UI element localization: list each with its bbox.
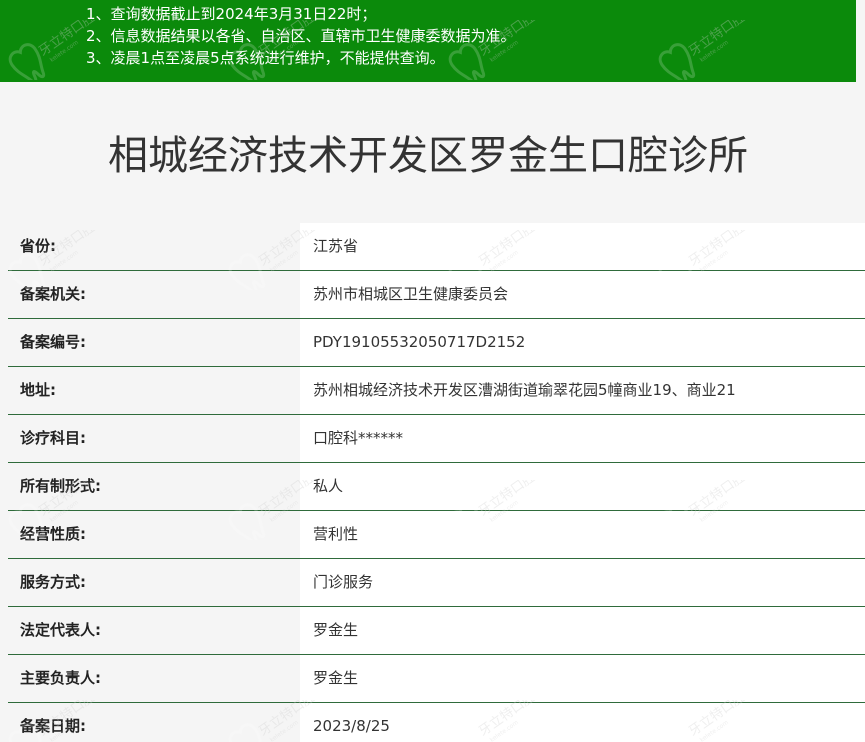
info-row-record-date: 备案日期: 2023/8/25 xyxy=(8,703,865,742)
departments-label: 诊疗科目: xyxy=(8,415,300,462)
service-mode-label: 服务方式: xyxy=(8,559,300,606)
notice-item-1: 1、查询数据截止到2024年3月31日22时； xyxy=(86,5,377,23)
record-number-label: 备案编号: xyxy=(8,319,300,366)
info-row-departments: 诊疗科目: 口腔科****** xyxy=(8,415,865,463)
notice-item-2: 2、信息数据结果以各省、自治区、直辖市卫生健康委数据为准。 xyxy=(86,27,516,45)
clinic-name-title: 相城经济技术开发区罗金生口腔诊所 xyxy=(108,133,748,179)
info-row-legal-rep: 法定代表人: 罗金生 xyxy=(8,607,865,655)
info-row-authority: 备案机关: 苏州市相城区卫生健康委员会 xyxy=(8,271,865,319)
authority-label: 备案机关: xyxy=(8,271,300,318)
notice-item-3: 3、凌晨1点至凌晨5点系统进行维护，不能提供查询。 xyxy=(86,49,445,67)
province-value: 江苏省 xyxy=(300,223,865,270)
record-info-table: 省份: 江苏省 备案机关: 苏州市相城区卫生健康委员会 备案编号: PDY191… xyxy=(8,223,865,742)
info-row-province: 省份: 江苏省 xyxy=(8,223,865,271)
record-date-label: 备案日期: xyxy=(8,703,300,742)
principal-value: 罗金生 xyxy=(300,655,865,702)
departments-value: 口腔科****** xyxy=(300,415,865,462)
info-row-service-mode: 服务方式: 门诊服务 xyxy=(8,559,865,607)
info-row-business-nature: 经营性质: 营利性 xyxy=(8,511,865,559)
info-row-ownership: 所有制形式: 私人 xyxy=(8,463,865,511)
record-number-value: PDY19105532050717D2152 xyxy=(300,319,865,366)
service-mode-value: 门诊服务 xyxy=(300,559,865,606)
authority-value: 苏州市相城区卫生健康委员会 xyxy=(300,271,865,318)
info-row-record-number: 备案编号: PDY19105532050717D2152 xyxy=(8,319,865,367)
legal-rep-label: 法定代表人: xyxy=(8,607,300,654)
info-row-address: 地址: 苏州相城经济技术开发区漕湖街道瑜翠花园5幢商业19、商业21 xyxy=(8,367,865,415)
ownership-label: 所有制形式: xyxy=(8,463,300,510)
record-date-value: 2023/8/25 xyxy=(300,703,865,742)
legal-rep-value: 罗金生 xyxy=(300,607,865,654)
notice-banner: 1、查询数据截止到2024年3月31日22时； 2、信息数据结果以各省、自治区、… xyxy=(0,0,856,82)
info-row-principal: 主要负责人: 罗金生 xyxy=(8,655,865,703)
business-nature-value: 营利性 xyxy=(300,511,865,558)
clinic-record-page: 1、查询数据截止到2024年3月31日22时； 2、信息数据结果以各省、自治区、… xyxy=(0,0,865,742)
ownership-value: 私人 xyxy=(300,463,865,510)
principal-label: 主要负责人: xyxy=(8,655,300,702)
address-label: 地址: xyxy=(8,367,300,414)
province-label: 省份: xyxy=(8,223,300,270)
business-nature-label: 经营性质: xyxy=(8,511,300,558)
address-value: 苏州相城经济技术开发区漕湖街道瑜翠花园5幢商业19、商业21 xyxy=(300,367,865,414)
